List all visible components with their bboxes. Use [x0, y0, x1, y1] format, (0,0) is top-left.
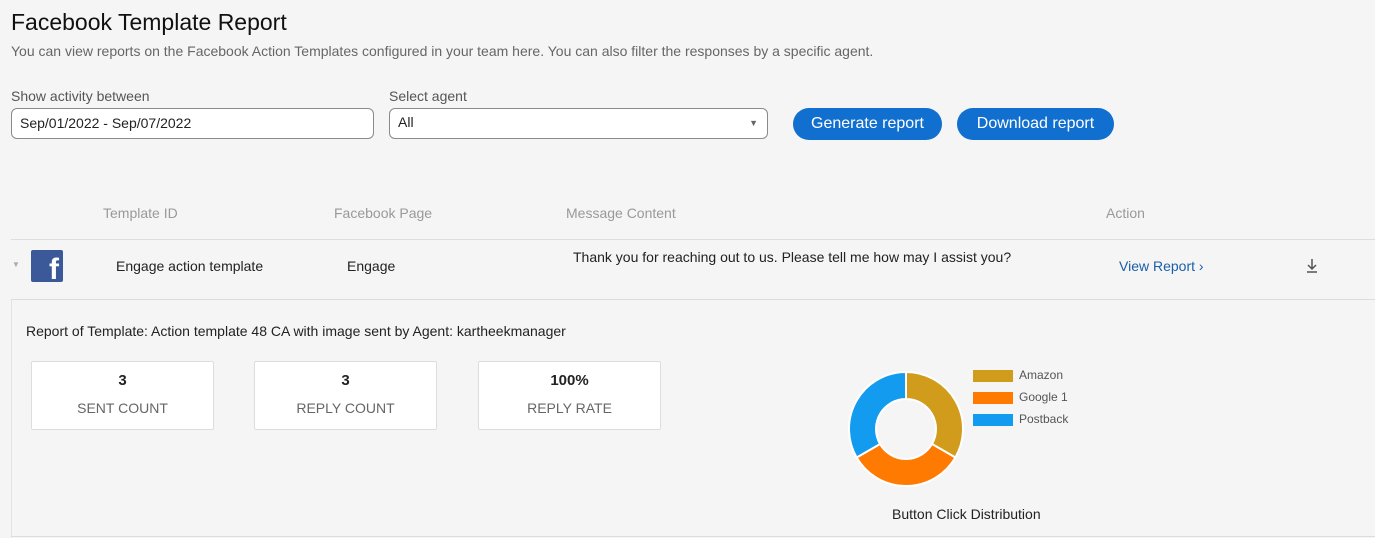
facebook-page-cell: Engage: [347, 258, 396, 274]
date-range-input[interactable]: Sep/01/2022 - Sep/07/2022: [11, 108, 374, 139]
column-header-action: Action: [1106, 205, 1145, 221]
facebook-logo-icon: f: [31, 250, 63, 282]
view-report-link[interactable]: View Report ›: [1119, 258, 1204, 274]
generate-report-button[interactable]: Generate report: [793, 108, 942, 140]
donut-slice-google-1: [855, 442, 957, 487]
date-range-label: Show activity between: [11, 88, 150, 104]
report-heading: Report of Template: Action template 48 C…: [26, 323, 566, 339]
reply-count-value: 3: [341, 372, 350, 389]
legend-swatch: [973, 392, 1013, 404]
chart-title: Button Click Distribution: [892, 506, 1041, 522]
agent-select-value: All: [398, 114, 414, 130]
reply-rate-value: 100%: [550, 372, 589, 389]
page-subtitle: You can view reports on the Facebook Act…: [11, 43, 874, 59]
date-range-value: Sep/01/2022 - Sep/07/2022: [20, 115, 192, 131]
legend-swatch: [973, 370, 1013, 382]
row-divider: [11, 299, 1375, 300]
bottom-divider: [11, 536, 1375, 537]
reply-count-label: REPLY COUNT: [296, 400, 395, 416]
legend-label: Amazon: [1019, 368, 1064, 382]
page-title: Facebook Template Report: [11, 9, 287, 35]
caret-down-icon: ▼: [749, 118, 758, 128]
column-header-template-id: Template ID: [103, 205, 178, 221]
download-report-button[interactable]: Download report: [957, 108, 1114, 140]
column-header-message-content: Message Content: [566, 205, 676, 221]
download-icon[interactable]: [1304, 257, 1320, 275]
legend-label: Google 1: [1019, 390, 1068, 404]
column-header-facebook-page: Facebook Page: [334, 205, 433, 221]
reply-rate-label: REPLY RATE: [527, 400, 612, 416]
message-content-cell: Thank you for reaching out to us. Please…: [573, 249, 1012, 265]
reply-count-card: 3 REPLY COUNT: [254, 361, 437, 430]
expand-row-icon[interactable]: ▼: [12, 260, 20, 269]
template-id-cell: Engage action template: [116, 258, 264, 274]
legend-label: Postback: [1019, 412, 1069, 426]
panel-left-border: [11, 300, 12, 538]
donut-slice-postback: [848, 370, 907, 459]
table-header-divider: [11, 239, 1375, 240]
button-click-donut-chart: [848, 370, 964, 487]
reply-rate-card: 100% REPLY RATE: [478, 361, 661, 430]
sent-count-value: 3: [118, 372, 127, 389]
legend-swatch: [973, 414, 1013, 426]
sent-count-label: SENT COUNT: [77, 400, 168, 416]
agent-select[interactable]: All ▼: [389, 108, 768, 139]
agent-select-label: Select agent: [389, 88, 467, 104]
sent-count-card: 3 SENT COUNT: [31, 361, 214, 430]
